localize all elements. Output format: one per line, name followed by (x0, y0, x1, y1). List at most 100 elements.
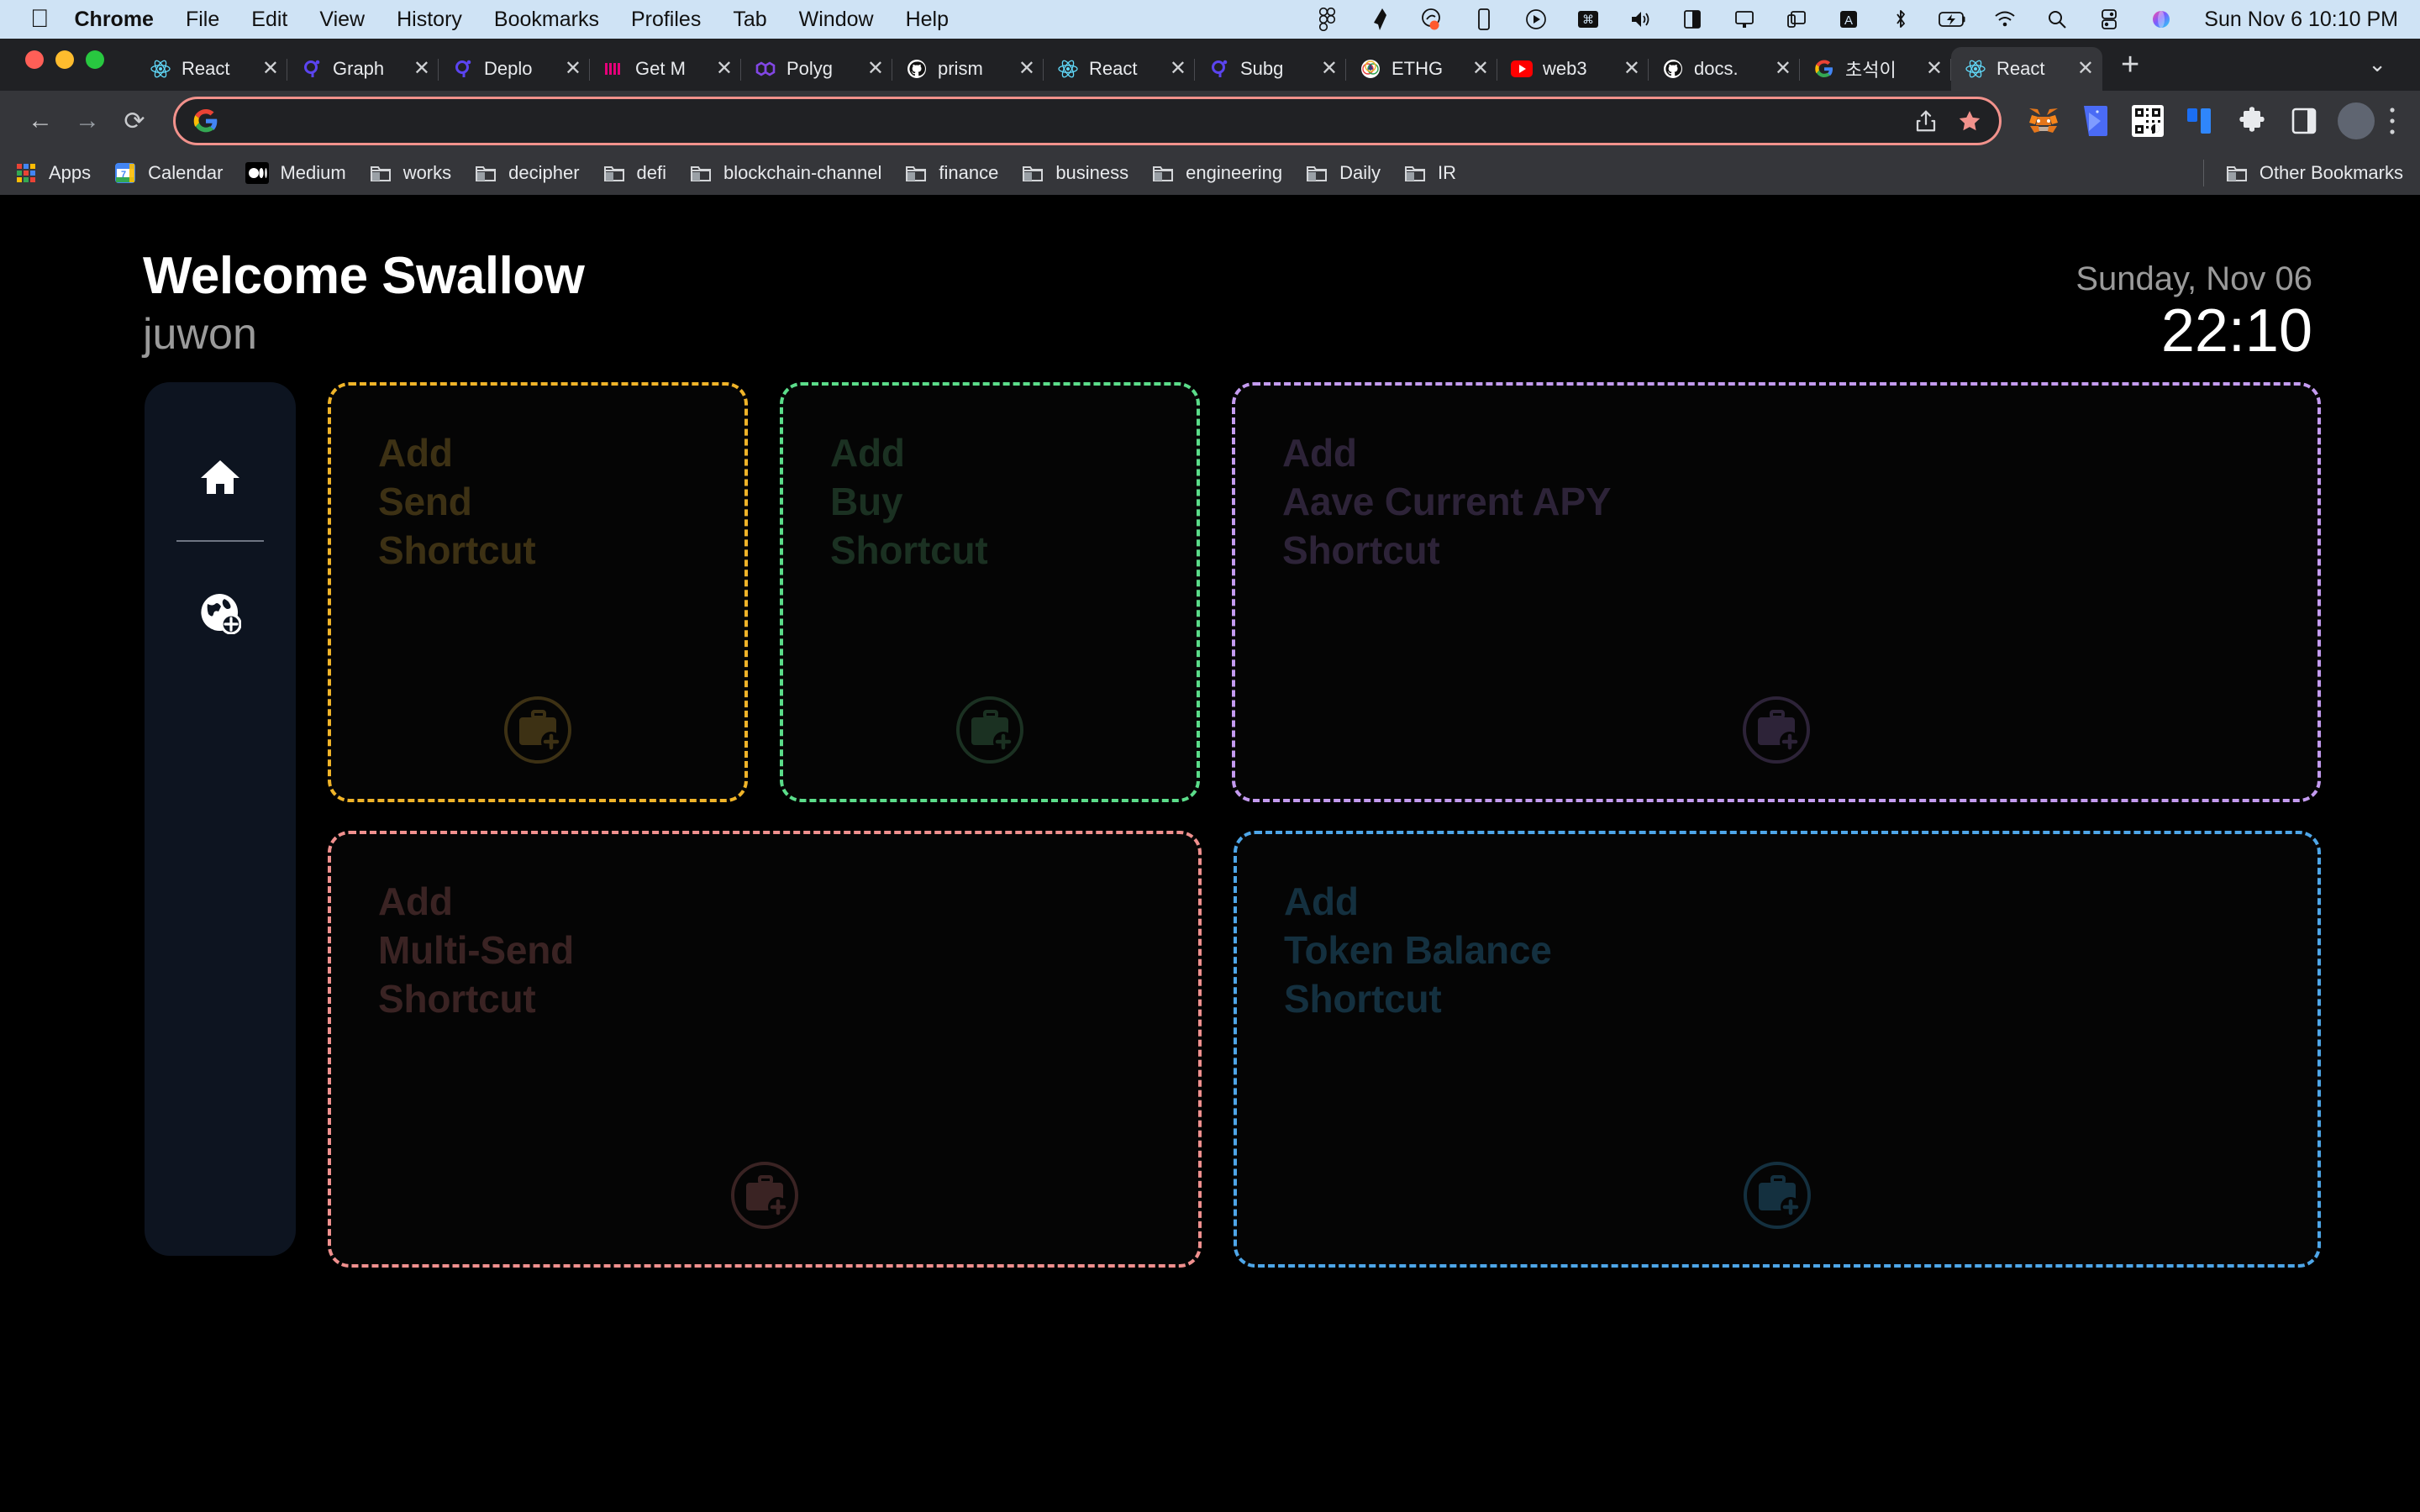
menu-item-tab[interactable]: Tab (733, 8, 766, 32)
shazam-icon[interactable] (1418, 5, 1446, 34)
new-tab-button[interactable]: + (2102, 49, 2153, 91)
browser-tab-docs-github[interactable]: docs. ✕ (1649, 47, 1800, 91)
bookmark-defi[interactable]: defi (602, 160, 666, 186)
bookmark-star-icon[interactable] (1950, 102, 1989, 140)
close-icon[interactable]: ✕ (2077, 59, 2094, 79)
close-icon[interactable]: ✕ (1472, 59, 1489, 79)
mobile-device-icon[interactable] (1470, 5, 1498, 34)
bookmark-ir[interactable]: IR (1402, 160, 1456, 186)
browser-tab-polygon[interactable]: Polyg ✕ (741, 47, 892, 91)
spotlight-search-icon[interactable] (2043, 5, 2071, 34)
minimize-window-button[interactable] (55, 50, 74, 69)
browser-tab-web3-youtube[interactable]: web3 ✕ (1497, 47, 1649, 91)
shortcut-row-2: Add Multi-Send Shortcut Add Token Balanc… (328, 830, 2321, 1268)
close-icon[interactable]: ✕ (262, 59, 279, 79)
close-icon[interactable]: ✕ (867, 59, 884, 79)
display-icon[interactable] (1730, 5, 1759, 34)
command-icon[interactable]: ⌘ (1574, 5, 1602, 34)
close-icon[interactable]: ✕ (413, 59, 430, 79)
close-icon[interactable]: ✕ (1926, 59, 1943, 79)
browser-tab-react-active[interactable]: React ✕ (1951, 47, 2102, 91)
metamask-icon[interactable] (2022, 99, 2065, 143)
bookmark-engineering[interactable]: engineering (1150, 160, 1282, 186)
side-panel-icon[interactable] (2282, 99, 2326, 143)
battery-charging-icon[interactable] (1939, 5, 1967, 34)
control-center-icon[interactable] (2095, 5, 2123, 34)
bookmark-medium[interactable]: Medium (245, 160, 346, 186)
current-date: Sunday, Nov 06 (2075, 260, 2312, 297)
browser-tab-google-doc[interactable]: 초석이 ✕ (1800, 47, 1951, 91)
keplr-icon[interactable] (2074, 99, 2118, 143)
browser-tab-subgraph[interactable]: Subg ✕ (1195, 47, 1346, 91)
sidebar-item-home[interactable] (194, 451, 246, 503)
blue-panel-icon[interactable] (2178, 99, 2222, 143)
puzzle-extensions-icon[interactable] (2230, 99, 2274, 143)
close-window-button[interactable] (25, 50, 44, 69)
menu-item-help[interactable]: Help (906, 8, 949, 32)
close-icon[interactable]: ✕ (716, 59, 733, 79)
browser-tab-deploy[interactable]: Deplo ✕ (439, 47, 590, 91)
shortcut-card-add-buy[interactable]: Add Buy Shortcut (780, 381, 1200, 802)
bookmark-blockchain-channel[interactable]: blockchain-channel (688, 160, 881, 186)
browser-tab-prisma[interactable]: prism ✕ (892, 47, 1044, 91)
forward-button[interactable]: → (64, 97, 111, 144)
bookmark-apps[interactable]: Apps (13, 160, 91, 186)
close-icon[interactable]: ✕ (1321, 59, 1338, 79)
shortcut-card-add-token-balance[interactable]: Add Token Balance Shortcut (1234, 830, 2321, 1268)
reload-button[interactable]: ⟳ (111, 97, 158, 144)
wifi-icon[interactable] (1991, 5, 2019, 34)
close-icon[interactable]: ✕ (1170, 59, 1186, 79)
bookmark-label: IR (1438, 162, 1457, 183)
menu-item-chrome[interactable]: Chrome (75, 8, 154, 32)
chrome-menu-button[interactable] (2388, 107, 2396, 135)
tab-title: docs. (1694, 58, 1739, 79)
close-icon[interactable]: ✕ (1775, 59, 1791, 79)
close-icon[interactable]: ✕ (1018, 59, 1035, 79)
siri-icon[interactable] (2147, 5, 2175, 34)
back-button[interactable]: ← (17, 97, 64, 144)
menu-item-profiles[interactable]: Profiles (631, 8, 701, 32)
menu-item-history[interactable]: History (397, 8, 462, 32)
close-icon[interactable]: ✕ (1623, 59, 1640, 79)
screen-mirror-icon[interactable] (1782, 5, 1811, 34)
bookmark-label: business (1055, 162, 1129, 183)
bookmark-business[interactable]: business (1020, 160, 1128, 186)
bookmark-decipher[interactable]: decipher (473, 160, 580, 186)
browser-tab-react-2[interactable]: React ✕ (1044, 47, 1195, 91)
input-source-a-icon[interactable]: A (1834, 5, 1863, 34)
volume-icon[interactable] (1626, 5, 1655, 34)
sidebar-item-add-network[interactable] (194, 587, 246, 639)
bookmark-works[interactable]: works (368, 160, 451, 186)
shortcut-card-add-send[interactable]: Add Send Shortcut (328, 381, 748, 802)
bookmark-daily[interactable]: Daily (1304, 160, 1381, 186)
qr-code-icon[interactable] (2126, 99, 2170, 143)
tab-search-chevron-down-icon[interactable]: ⌄ (2368, 51, 2408, 91)
play-circle-icon[interactable] (1522, 5, 1550, 34)
close-icon[interactable]: ✕ (565, 59, 581, 79)
browser-tab-react-1[interactable]: React ✕ (136, 47, 287, 91)
zoom-window-button[interactable] (86, 50, 104, 69)
bluetooth-icon[interactable] (1886, 5, 1915, 34)
split-view-icon[interactable] (1678, 5, 1707, 34)
menu-item-file[interactable]: File (186, 8, 219, 32)
figma-icon[interactable] (1313, 5, 1342, 34)
other-bookmarks-button[interactable]: Other Bookmarks (2224, 160, 2403, 186)
menu-item-edit[interactable]: Edit (251, 8, 287, 32)
address-bar[interactable] (173, 97, 2002, 145)
browser-tab-get-metamask[interactable]: Get M ✕ (590, 47, 741, 91)
bookmark-finance[interactable]: finance (903, 160, 998, 186)
browser-tab-graph[interactable]: Graph ✕ (287, 47, 439, 91)
search-input[interactable] (231, 109, 1902, 133)
apple-menu-icon[interactable]:  (30, 7, 50, 32)
menu-item-window[interactable]: Window (799, 8, 874, 32)
share-icon[interactable] (1907, 102, 1945, 140)
menubar-clock[interactable]: Sun Nov 6 10:10 PM (2204, 8, 2398, 32)
menu-item-view[interactable]: View (319, 8, 365, 32)
shortcut-card-add-aave-apy[interactable]: Add Aave Current APY Shortcut (1232, 381, 2321, 802)
rocket-icon[interactable] (1365, 5, 1394, 34)
shortcut-card-add-multi-send[interactable]: Add Multi-Send Shortcut (328, 830, 1202, 1268)
browser-tab-ethglobal[interactable]: ETHG ✕ (1346, 47, 1497, 91)
bookmark-calendar[interactable]: 7 Calendar (113, 160, 223, 186)
menu-item-bookmarks[interactable]: Bookmarks (494, 8, 599, 32)
avatar[interactable] (2338, 102, 2375, 139)
